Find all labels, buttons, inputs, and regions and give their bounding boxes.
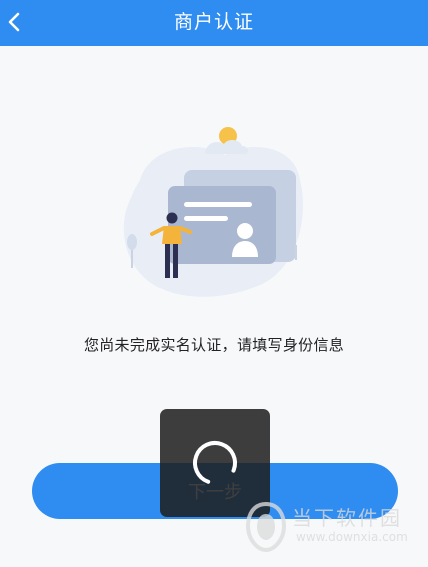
verification-message: 您尚未完成实名认证，请填写身份信息: [83, 336, 345, 354]
watermark: 当下软件园 www.downxia.com: [244, 496, 428, 567]
app-header: 商户认证: [0, 0, 428, 46]
watermark-url: www.downxia.com: [296, 530, 408, 544]
watermark-text: 当下软件园: [292, 506, 402, 530]
page-title: 商户认证: [173, 11, 254, 33]
spinner-icon: [193, 441, 237, 485]
watermark-logo-icon: [245, 501, 287, 553]
id-card-illustration: [123, 127, 304, 297]
